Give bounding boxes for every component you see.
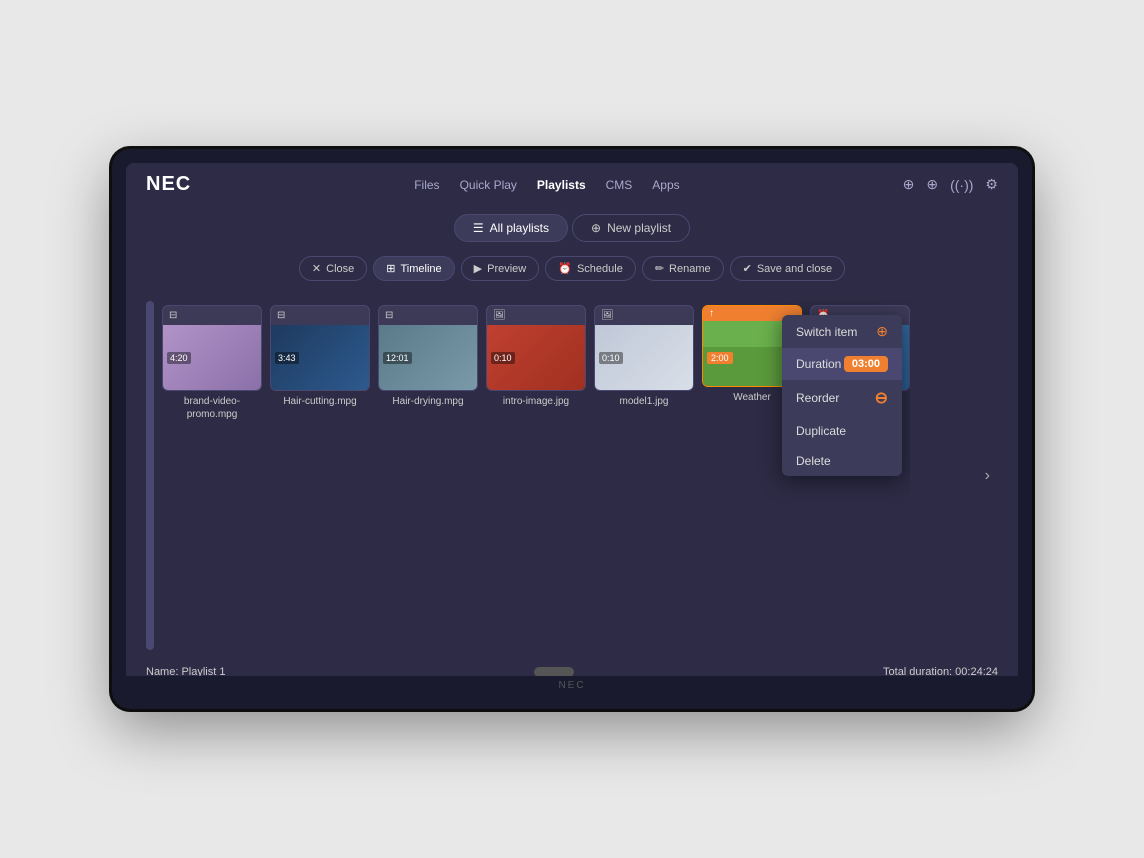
- nav-cms[interactable]: CMS: [606, 178, 633, 192]
- tv-frame: NEC Files Quick Play Playlists CMS Apps …: [112, 149, 1032, 709]
- scroll-right-indicator: ›: [985, 467, 990, 485]
- list-icon: ☰: [473, 221, 484, 235]
- duration-3: 12:01: [383, 352, 412, 364]
- header: NEC Files Quick Play Playlists CMS Apps …: [126, 163, 1018, 206]
- tab-bar: ☰ All playlists ⊕ New playlist: [126, 206, 1018, 250]
- context-delete[interactable]: Delete: [782, 446, 902, 476]
- play-icon: ▶: [474, 262, 482, 275]
- name-3: Hair-drying.mpg: [392, 395, 463, 408]
- media-icon-5: 🖼: [595, 306, 693, 325]
- settings-icon[interactable]: ⚙: [985, 176, 998, 193]
- name-1: brand-video-promo.mpg: [162, 395, 262, 421]
- name-2: Hair-cutting.mpg: [283, 395, 356, 408]
- timeline-icon: ⊞: [386, 262, 395, 275]
- globe-icon[interactable]: ⊕: [926, 176, 938, 193]
- duration-4: 0:10: [491, 352, 515, 364]
- all-playlists-tab[interactable]: ☰ All playlists: [454, 214, 568, 242]
- image-icon: 🖼: [493, 310, 506, 321]
- context-duration[interactable]: Duration 03:00: [782, 348, 902, 380]
- wifi-icon[interactable]: ((·)): [950, 177, 973, 193]
- preview-button[interactable]: ▶ Preview: [461, 256, 540, 281]
- list-item[interactable]: ⊟ 3:43 Hair-cutting.mpg: [270, 305, 370, 640]
- list-item[interactable]: 🖼 0:10 intro-image.jpg: [486, 305, 586, 640]
- check-icon: ✔: [743, 262, 752, 275]
- name-4: intro-image.jpg: [503, 395, 569, 408]
- name-6: Weather: [733, 391, 771, 404]
- reorder-label: Reorder: [796, 391, 839, 405]
- media-card-5[interactable]: 🖼 0:10: [594, 305, 694, 391]
- duration-1: 4:20: [167, 352, 191, 364]
- nav-quickplay[interactable]: Quick Play: [460, 178, 517, 192]
- media-icon-4: 🖼: [487, 306, 585, 325]
- close-icon: ✕: [312, 262, 321, 275]
- sync-icon[interactable]: ⊕: [903, 176, 915, 193]
- timeline-handle[interactable]: [146, 301, 154, 650]
- tv-screen: NEC Files Quick Play Playlists CMS Apps …: [126, 163, 1018, 695]
- rename-button[interactable]: ✏ Rename: [642, 256, 724, 281]
- media-card-3[interactable]: ⊟ 12:01: [378, 305, 478, 391]
- schedule-button[interactable]: ⏰ Schedule: [545, 256, 636, 281]
- save-close-button[interactable]: ✔ Save and close: [730, 256, 845, 281]
- delete-label: Delete: [796, 454, 831, 468]
- video-icon: ⊟: [277, 310, 285, 321]
- nec-logo: NEC: [146, 173, 191, 196]
- list-item[interactable]: 🖼 0:10 model1.jpg: [594, 305, 694, 640]
- list-item[interactable]: ↑ 2:00 Weather Switch item ⊕: [702, 305, 802, 640]
- switch-item-label: Switch item: [796, 325, 857, 339]
- nav-apps[interactable]: Apps: [652, 178, 679, 192]
- nav-files[interactable]: Files: [414, 178, 439, 192]
- context-reorder[interactable]: Reorder ⊖: [782, 380, 902, 416]
- minus-icon: ⊖: [875, 388, 888, 408]
- context-duplicate[interactable]: Duplicate: [782, 416, 902, 446]
- duration-6: 2:00: [707, 352, 733, 364]
- pencil-icon: ✏: [655, 262, 664, 275]
- toolbar: ✕ Close ⊞ Timeline ▶ Preview ⏰ Schedule …: [126, 250, 1018, 291]
- media-card-1[interactable]: ⊟ 4:20: [162, 305, 262, 391]
- header-icons: ⊕ ⊕ ((·)) ⚙: [903, 176, 998, 193]
- duration-2: 3:43: [275, 352, 299, 364]
- context-switch-item[interactable]: Switch item ⊕: [782, 315, 902, 348]
- media-card-2[interactable]: ⊟ 3:43: [270, 305, 370, 391]
- duration-5: 0:10: [599, 352, 623, 364]
- context-menu-panel: Switch item ⊕ Duration 03:00 Reorder ⊖: [782, 315, 902, 476]
- clock-icon: ⏰: [558, 262, 572, 275]
- media-icon-3: ⊟: [379, 306, 477, 325]
- image-icon: 🖼: [601, 310, 614, 321]
- list-item[interactable]: ⊟ 4:20 brand-video-promo.mpg: [162, 305, 262, 640]
- nav-links: Files Quick Play Playlists CMS Apps: [414, 178, 679, 192]
- new-playlist-tab[interactable]: ⊕ New playlist: [572, 214, 690, 242]
- weather-up-icon: ↑: [709, 308, 714, 319]
- plus-icon: ⊕: [876, 323, 888, 340]
- list-item[interactable]: ⊟ 12:01 Hair-drying.mpg: [378, 305, 478, 640]
- plus-circle-icon: ⊕: [591, 221, 601, 235]
- content-area: ⊟ 4:20 brand-video-promo.mpg ⊟: [126, 291, 1018, 660]
- video-icon: ⊟: [385, 310, 393, 321]
- close-button[interactable]: ✕ Close: [299, 256, 367, 281]
- timeline-scroll: ⊟ 4:20 brand-video-promo.mpg ⊟: [162, 301, 910, 650]
- duplicate-label: Duplicate: [796, 424, 846, 438]
- media-icon-1: ⊟: [163, 306, 261, 325]
- timeline-button[interactable]: ⊞ Timeline: [373, 256, 454, 281]
- media-card-4[interactable]: 🖼 0:10: [486, 305, 586, 391]
- duration-value[interactable]: 03:00: [844, 356, 888, 372]
- media-icon-2: ⊟: [271, 306, 369, 325]
- video-icon: ⊟: [169, 310, 177, 321]
- duration-label: Duration: [796, 357, 841, 371]
- bottom-nec-label: NEC: [126, 676, 1018, 695]
- name-5: model1.jpg: [620, 395, 669, 408]
- nav-playlists[interactable]: Playlists: [537, 178, 586, 192]
